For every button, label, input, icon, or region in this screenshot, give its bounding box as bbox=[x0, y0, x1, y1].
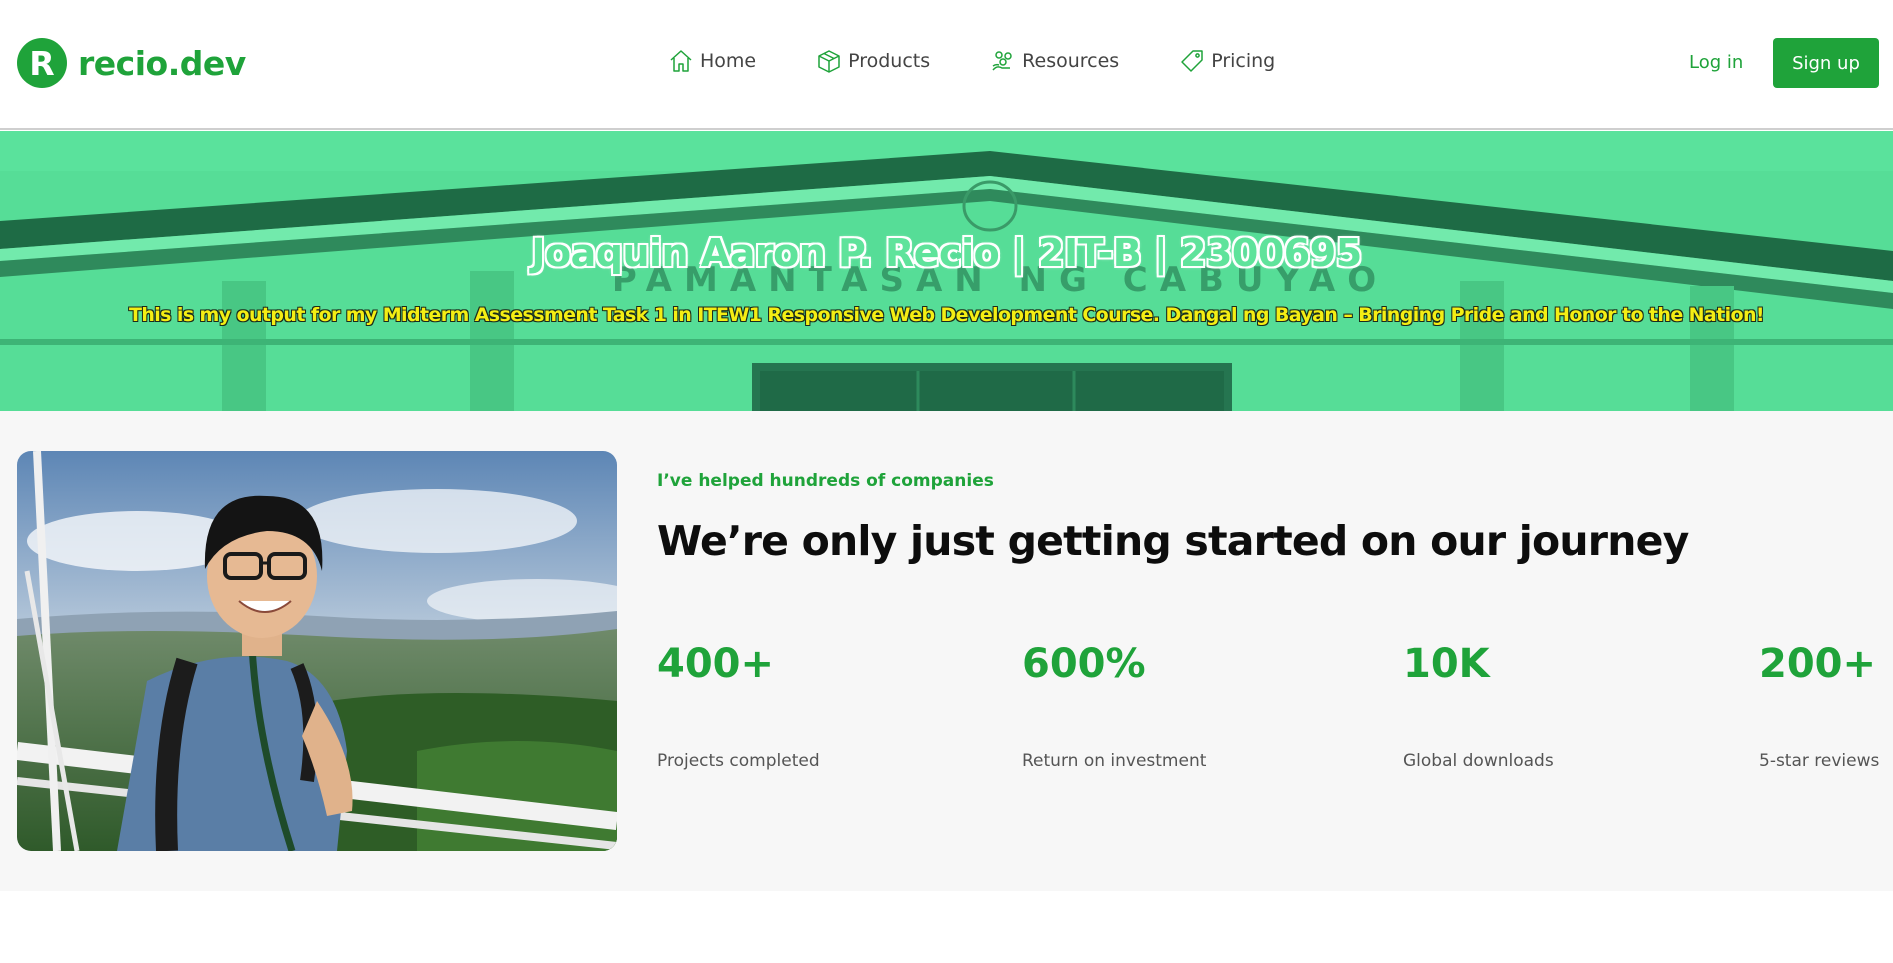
signup-button[interactable]: Sign up bbox=[1773, 38, 1879, 88]
stat-value-projects: 400+ bbox=[657, 641, 775, 687]
nav-item-resources[interactable]: Resources bbox=[990, 48, 1119, 74]
logo-mark: R bbox=[17, 38, 67, 88]
nav-item-home[interactable]: Home bbox=[668, 48, 756, 74]
resources-icon bbox=[990, 48, 1016, 74]
site-header: R recio.dev Home Products Resources Pric… bbox=[0, 0, 1893, 130]
hero-title: Joaquin Aaron P. Recio | 2IT-B | 2300695 bbox=[531, 231, 1362, 275]
hero-banner: PAMANTASAN NG CABUYAO Joaquin Aaron P. R… bbox=[0, 131, 1893, 411]
box-icon bbox=[816, 48, 842, 74]
stat-label-projects: Projects completed bbox=[657, 751, 820, 771]
nav-item-home-label: Home bbox=[700, 50, 757, 72]
stat-label-roi: Return on investment bbox=[1022, 751, 1207, 771]
logo[interactable]: R recio.dev bbox=[17, 38, 246, 88]
profile-photo bbox=[17, 451, 617, 851]
stats-eyebrow: I’ve helped hundreds of companies bbox=[657, 471, 994, 491]
nav-item-resources-label: Resources bbox=[1022, 50, 1120, 72]
nav-item-products[interactable]: Products bbox=[816, 48, 930, 74]
home-icon bbox=[668, 48, 694, 74]
logo-text: recio.dev bbox=[78, 43, 246, 83]
stat-value-reviews: 200+ bbox=[1759, 641, 1877, 687]
stat-label-downloads: Global downloads bbox=[1403, 751, 1554, 771]
main-nav: Home Products Resources Pricing bbox=[668, 48, 1275, 74]
stat-value-roi: 600% bbox=[1022, 641, 1146, 687]
stat-label-reviews: 5-star reviews bbox=[1759, 751, 1880, 771]
nav-item-pricing[interactable]: Pricing bbox=[1179, 48, 1275, 74]
stats-section: I’ve helped hundreds of companies We’re … bbox=[0, 411, 1893, 891]
tag-icon bbox=[1179, 48, 1205, 74]
stat-value-downloads: 10K bbox=[1403, 641, 1490, 687]
nav-item-pricing-label: Pricing bbox=[1211, 50, 1276, 72]
nav-item-products-label: Products bbox=[848, 50, 931, 72]
hero-subtitle: This is my output for my Midterm Assessm… bbox=[128, 304, 1765, 326]
stats-headline: We’re only just getting started on our j… bbox=[657, 517, 1689, 565]
login-link[interactable]: Log in bbox=[1689, 52, 1743, 73]
